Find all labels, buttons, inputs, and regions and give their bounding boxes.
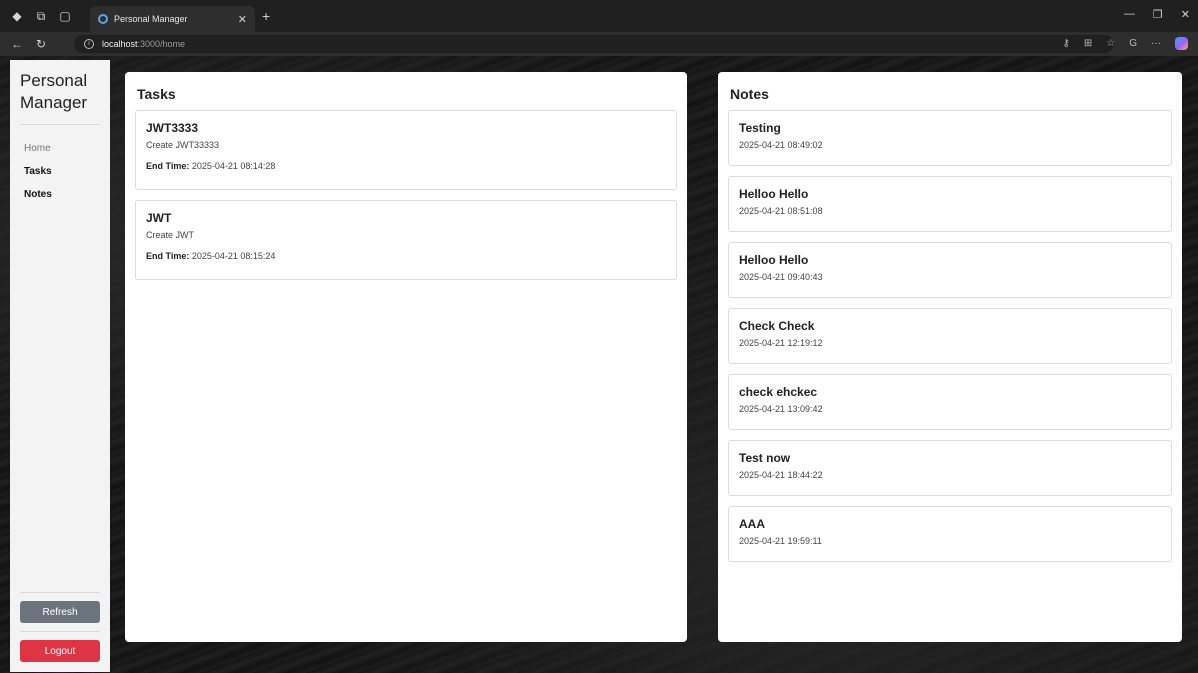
profile-icon[interactable]: ◆ (10, 9, 24, 23)
end-time-value: 2025-04-21 08:15:24 (191, 251, 276, 261)
note-title: AAA (739, 517, 765, 531)
note-card[interactable]: Helloo Hello 2025-04-21 09:40:43 (728, 242, 1172, 298)
note-time: 2025-04-21 19:59:11 (739, 536, 822, 546)
note-time: 2025-04-21 12:19:12 (739, 338, 823, 348)
url-field[interactable]: i localhost :3000/home (74, 35, 1114, 53)
copilot-icon[interactable] (1175, 37, 1188, 50)
divider (20, 631, 100, 632)
sidebar: Personal Manager Home Tasks Notes Refres… (10, 60, 110, 672)
note-time: 2025-04-21 13:09:42 (739, 404, 823, 414)
extensions-icon[interactable]: ⧉ (34, 9, 48, 23)
url-host: localhost (102, 39, 138, 49)
end-time-label: End Time: (146, 161, 190, 171)
key-icon[interactable]: ⚷ (1063, 38, 1070, 49)
note-card[interactable]: check ehckec 2025-04-21 13:09:42 (728, 374, 1172, 430)
note-card[interactable]: AAA 2025-04-21 19:59:11 (728, 506, 1172, 562)
task-title: JWT (146, 211, 172, 225)
browser-toolbar: ⚷ ⊞ ☆ G ··· (1063, 37, 1188, 50)
close-tab-icon[interactable]: ✕ (238, 13, 247, 26)
restore-icon[interactable]: ❐ (1153, 8, 1163, 21)
end-time-label: End Time: (146, 251, 190, 261)
app-icon[interactable]: ⊞ (1084, 38, 1092, 49)
note-title: check ehckec (739, 385, 818, 399)
close-window-icon[interactable]: ✕ (1181, 8, 1190, 21)
divider (20, 592, 100, 593)
more-menu-icon[interactable]: ··· (1151, 38, 1161, 49)
refresh-button[interactable]: Refresh (20, 601, 100, 623)
note-time: 2025-04-21 08:49:02 (739, 140, 823, 150)
url-path: :3000/home (137, 39, 186, 49)
sidebar-actions: Refresh Logout (20, 584, 100, 662)
notes-panel: Notes Testing 2025-04-21 08:49:02 Helloo… (718, 72, 1182, 642)
note-time: 2025-04-21 18:44:22 (739, 470, 823, 480)
task-card[interactable]: JWT Create JWT End Time: 2025-04-21 08:1… (135, 200, 677, 280)
note-title: Testing (739, 121, 781, 135)
task-description: Create JWT33333 (146, 140, 220, 150)
sidebar-nav: Home Tasks Notes (20, 137, 100, 206)
sidebar-item-notes[interactable]: Notes (20, 183, 100, 206)
logout-button[interactable]: Logout (20, 640, 100, 662)
note-title: Helloo Hello (739, 253, 809, 267)
note-time: 2025-04-21 08:51:08 (739, 206, 823, 216)
note-title: Check Check (739, 319, 815, 333)
tasks-panel: Tasks JWT3333 Create JWT33333 End Time: … (125, 72, 687, 642)
notes-title: Notes (730, 86, 769, 102)
end-time-value: 2025-04-21 08:14:28 (191, 161, 276, 171)
task-title: JWT3333 (146, 121, 199, 135)
reload-icon[interactable]: ↻ (34, 37, 48, 51)
new-tab-icon[interactable]: + (262, 8, 270, 24)
browser-extension-icon[interactable]: G (1129, 38, 1137, 49)
browser-tab-bar: ◆ ⧉ ▢ Personal Manager ✕ + — ❐ ✕ (0, 0, 1198, 32)
tab-actions-icon[interactable]: ▢ (58, 9, 72, 23)
task-end-time: End Time: 2025-04-21 08:14:28 (146, 161, 666, 171)
note-title: Test now (739, 451, 791, 465)
note-title: Helloo Hello (739, 187, 809, 201)
page-viewport: Personal Manager Home Tasks Notes Refres… (0, 56, 1198, 673)
window-controls: — ❐ ✕ (1124, 8, 1190, 21)
globe-icon (98, 14, 108, 24)
note-card[interactable]: Helloo Hello 2025-04-21 08:51:08 (728, 176, 1172, 232)
brand-title: Personal Manager (20, 70, 100, 125)
sidebar-item-home[interactable]: Home (20, 137, 100, 160)
note-time: 2025-04-21 09:40:43 (739, 272, 823, 282)
tab-title: Personal Manager (114, 14, 188, 24)
favorite-star-icon[interactable]: ☆ (1106, 38, 1115, 49)
task-description: Create JWT (146, 230, 195, 240)
back-icon[interactable]: ← (10, 37, 24, 51)
sidebar-item-tasks[interactable]: Tasks (20, 160, 100, 183)
tasks-title: Tasks (137, 86, 176, 102)
task-end-time: End Time: 2025-04-21 08:15:24 (146, 251, 666, 261)
task-card[interactable]: JWT3333 Create JWT33333 End Time: 2025-0… (135, 110, 677, 190)
browser-tab[interactable]: Personal Manager ✕ (90, 6, 255, 32)
address-bar: ← ↻ i localhost :3000/home ⚷ ⊞ ☆ G ··· (0, 32, 1198, 56)
note-card[interactable]: Testing 2025-04-21 08:49:02 (728, 110, 1172, 166)
note-card[interactable]: Test now 2025-04-21 18:44:22 (728, 440, 1172, 496)
info-icon[interactable]: i (84, 39, 94, 49)
minimize-icon[interactable]: — (1124, 8, 1135, 21)
note-card[interactable]: Check Check 2025-04-21 12:19:12 (728, 308, 1172, 364)
